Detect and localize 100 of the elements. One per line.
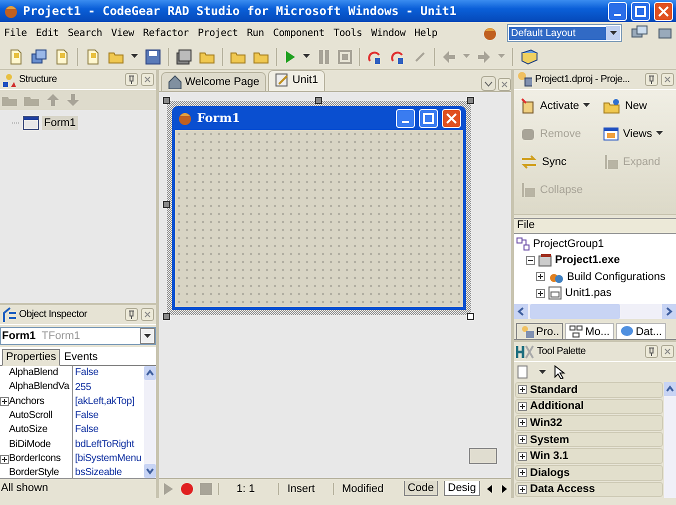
panel-tab[interactable]: Mo... xyxy=(565,323,614,339)
collapse-icon[interactable] xyxy=(526,256,535,265)
palette-category[interactable]: Dialogs xyxy=(515,464,663,481)
menu-item[interactable]: Project xyxy=(198,28,238,38)
property-name[interactable]: AlphaBlend xyxy=(9,366,73,380)
scroll-up-icon[interactable] xyxy=(664,382,676,396)
menu-item[interactable]: Component xyxy=(272,28,324,38)
layout-dropdown[interactable]: Default Layout xyxy=(507,24,622,42)
scrollbar[interactable] xyxy=(144,366,156,478)
palette-category[interactable]: Win32 xyxy=(515,415,663,431)
expand-icon[interactable] xyxy=(518,418,527,428)
close-icon[interactable] xyxy=(661,72,674,86)
property-name[interactable]: AutoScroll xyxy=(9,409,73,424)
close-icon[interactable] xyxy=(661,345,674,358)
selection-handle[interactable] xyxy=(163,97,170,104)
maximize-button[interactable] xyxy=(419,108,438,128)
menu-item[interactable]: File xyxy=(4,28,27,38)
object-selector[interactable]: Form1 TForm1 xyxy=(0,327,156,346)
property-value[interactable]: [akLeft,akTop] xyxy=(73,394,134,409)
tree-item[interactable]: Form1 xyxy=(42,116,78,130)
copy-icon[interactable] xyxy=(8,48,24,64)
close-icon[interactable] xyxy=(141,308,154,322)
property-value[interactable]: False xyxy=(73,423,98,438)
column-header[interactable]: File xyxy=(514,218,676,234)
dropdown-icon[interactable] xyxy=(481,76,496,91)
record-icon[interactable] xyxy=(180,482,194,496)
toolbar-button[interactable]: Views xyxy=(602,124,652,144)
menu-item[interactable]: View xyxy=(111,28,134,38)
pointer-icon[interactable] xyxy=(554,365,566,379)
palette-category[interactable]: Additional xyxy=(515,398,663,414)
pin-icon[interactable] xyxy=(645,345,658,358)
property-value[interactable]: 255 xyxy=(73,380,92,395)
palette-category[interactable]: Data Access xyxy=(515,482,663,498)
selection-handle[interactable] xyxy=(163,313,170,320)
expand-icon[interactable] xyxy=(536,272,545,282)
toolbar-button[interactable]: Activate xyxy=(520,96,580,116)
expand-icon[interactable] xyxy=(518,402,527,411)
document-icon[interactable] xyxy=(54,48,70,64)
save-all-icon[interactable] xyxy=(176,48,192,64)
scroll-down-icon[interactable] xyxy=(144,464,156,478)
menu-item[interactable]: Refactor xyxy=(143,28,189,38)
menu-item[interactable]: Search xyxy=(68,28,102,38)
pin-icon[interactable] xyxy=(125,308,138,322)
view-tab[interactable]: Code xyxy=(404,481,438,496)
property-name[interactable]: AlphaBlendVa xyxy=(9,380,73,395)
expand-icon[interactable] xyxy=(518,468,527,478)
scroll-right-icon[interactable] xyxy=(500,484,508,494)
view-tab[interactable]: Desig xyxy=(444,481,480,496)
selection-handle[interactable] xyxy=(467,313,474,320)
close-button[interactable] xyxy=(654,2,673,20)
tree-item[interactable]: ProjectGroup1 xyxy=(533,238,604,250)
maximize-button[interactable] xyxy=(631,2,650,20)
toolbar-button[interactable]: New xyxy=(602,96,670,116)
palette-category[interactable]: Win 3.1 xyxy=(515,448,663,464)
close-icon[interactable] xyxy=(498,78,511,91)
tab[interactable]: Events xyxy=(60,349,102,366)
scrollbar[interactable] xyxy=(664,382,676,498)
windows-icon[interactable] xyxy=(31,48,47,64)
toolbar-button[interactable]: Sync xyxy=(520,152,597,172)
menu-item[interactable]: Window xyxy=(371,28,406,38)
expand-icon[interactable] xyxy=(0,454,9,464)
expand-icon[interactable] xyxy=(518,484,527,494)
editor-tab[interactable]: Welcome Page xyxy=(161,72,266,91)
property-name[interactable]: Anchors xyxy=(9,394,73,410)
component-placeholder[interactable] xyxy=(469,448,497,464)
selection-handle[interactable] xyxy=(315,97,322,104)
run-icon[interactable] xyxy=(284,50,296,64)
menu-item[interactable]: Run xyxy=(246,28,264,38)
close-button[interactable] xyxy=(442,108,461,128)
panel-tab[interactable]: Dat... xyxy=(616,323,666,339)
pin-icon[interactable] xyxy=(125,73,138,86)
pin-icon[interactable] xyxy=(645,72,658,86)
tree-item[interactable]: Unit1.pas xyxy=(565,287,612,300)
property-name[interactable]: BiDiMode xyxy=(9,438,73,452)
selection-handle[interactable] xyxy=(163,201,170,208)
scroll-up-icon[interactable] xyxy=(144,366,156,380)
minimize-button[interactable] xyxy=(608,2,627,20)
property-name[interactable]: BorderStyle xyxy=(9,466,73,478)
palette-category[interactable]: Standard xyxy=(515,382,663,398)
menu-item[interactable]: Edit xyxy=(36,28,59,38)
property-value[interactable]: [biSystemMenu xyxy=(73,452,142,466)
save-icon[interactable] xyxy=(145,48,161,64)
property-name[interactable]: AutoSize xyxy=(9,423,73,438)
expand-icon[interactable] xyxy=(518,452,527,461)
new-icon[interactable] xyxy=(85,48,101,64)
form-window[interactable]: Form1 xyxy=(172,106,466,310)
menu-item[interactable]: Help xyxy=(414,28,438,38)
tree-item[interactable]: Project1.exe xyxy=(555,254,620,266)
palette-category[interactable]: System xyxy=(515,432,663,448)
expand-icon[interactable] xyxy=(518,435,527,444)
panel-tab[interactable]: Pro.. xyxy=(516,323,564,339)
selection-handle[interactable] xyxy=(467,97,474,104)
expand-icon[interactable] xyxy=(536,288,545,298)
property-value[interactable]: bsSizeable xyxy=(73,466,122,478)
property-value[interactable]: False xyxy=(73,409,98,424)
expand-icon[interactable] xyxy=(0,397,9,406)
menu-item[interactable]: Tools xyxy=(333,28,362,38)
minimize-button[interactable] xyxy=(396,108,415,128)
editor-tab[interactable]: Unit1 xyxy=(268,70,326,91)
tab[interactable]: Properties xyxy=(2,349,60,366)
